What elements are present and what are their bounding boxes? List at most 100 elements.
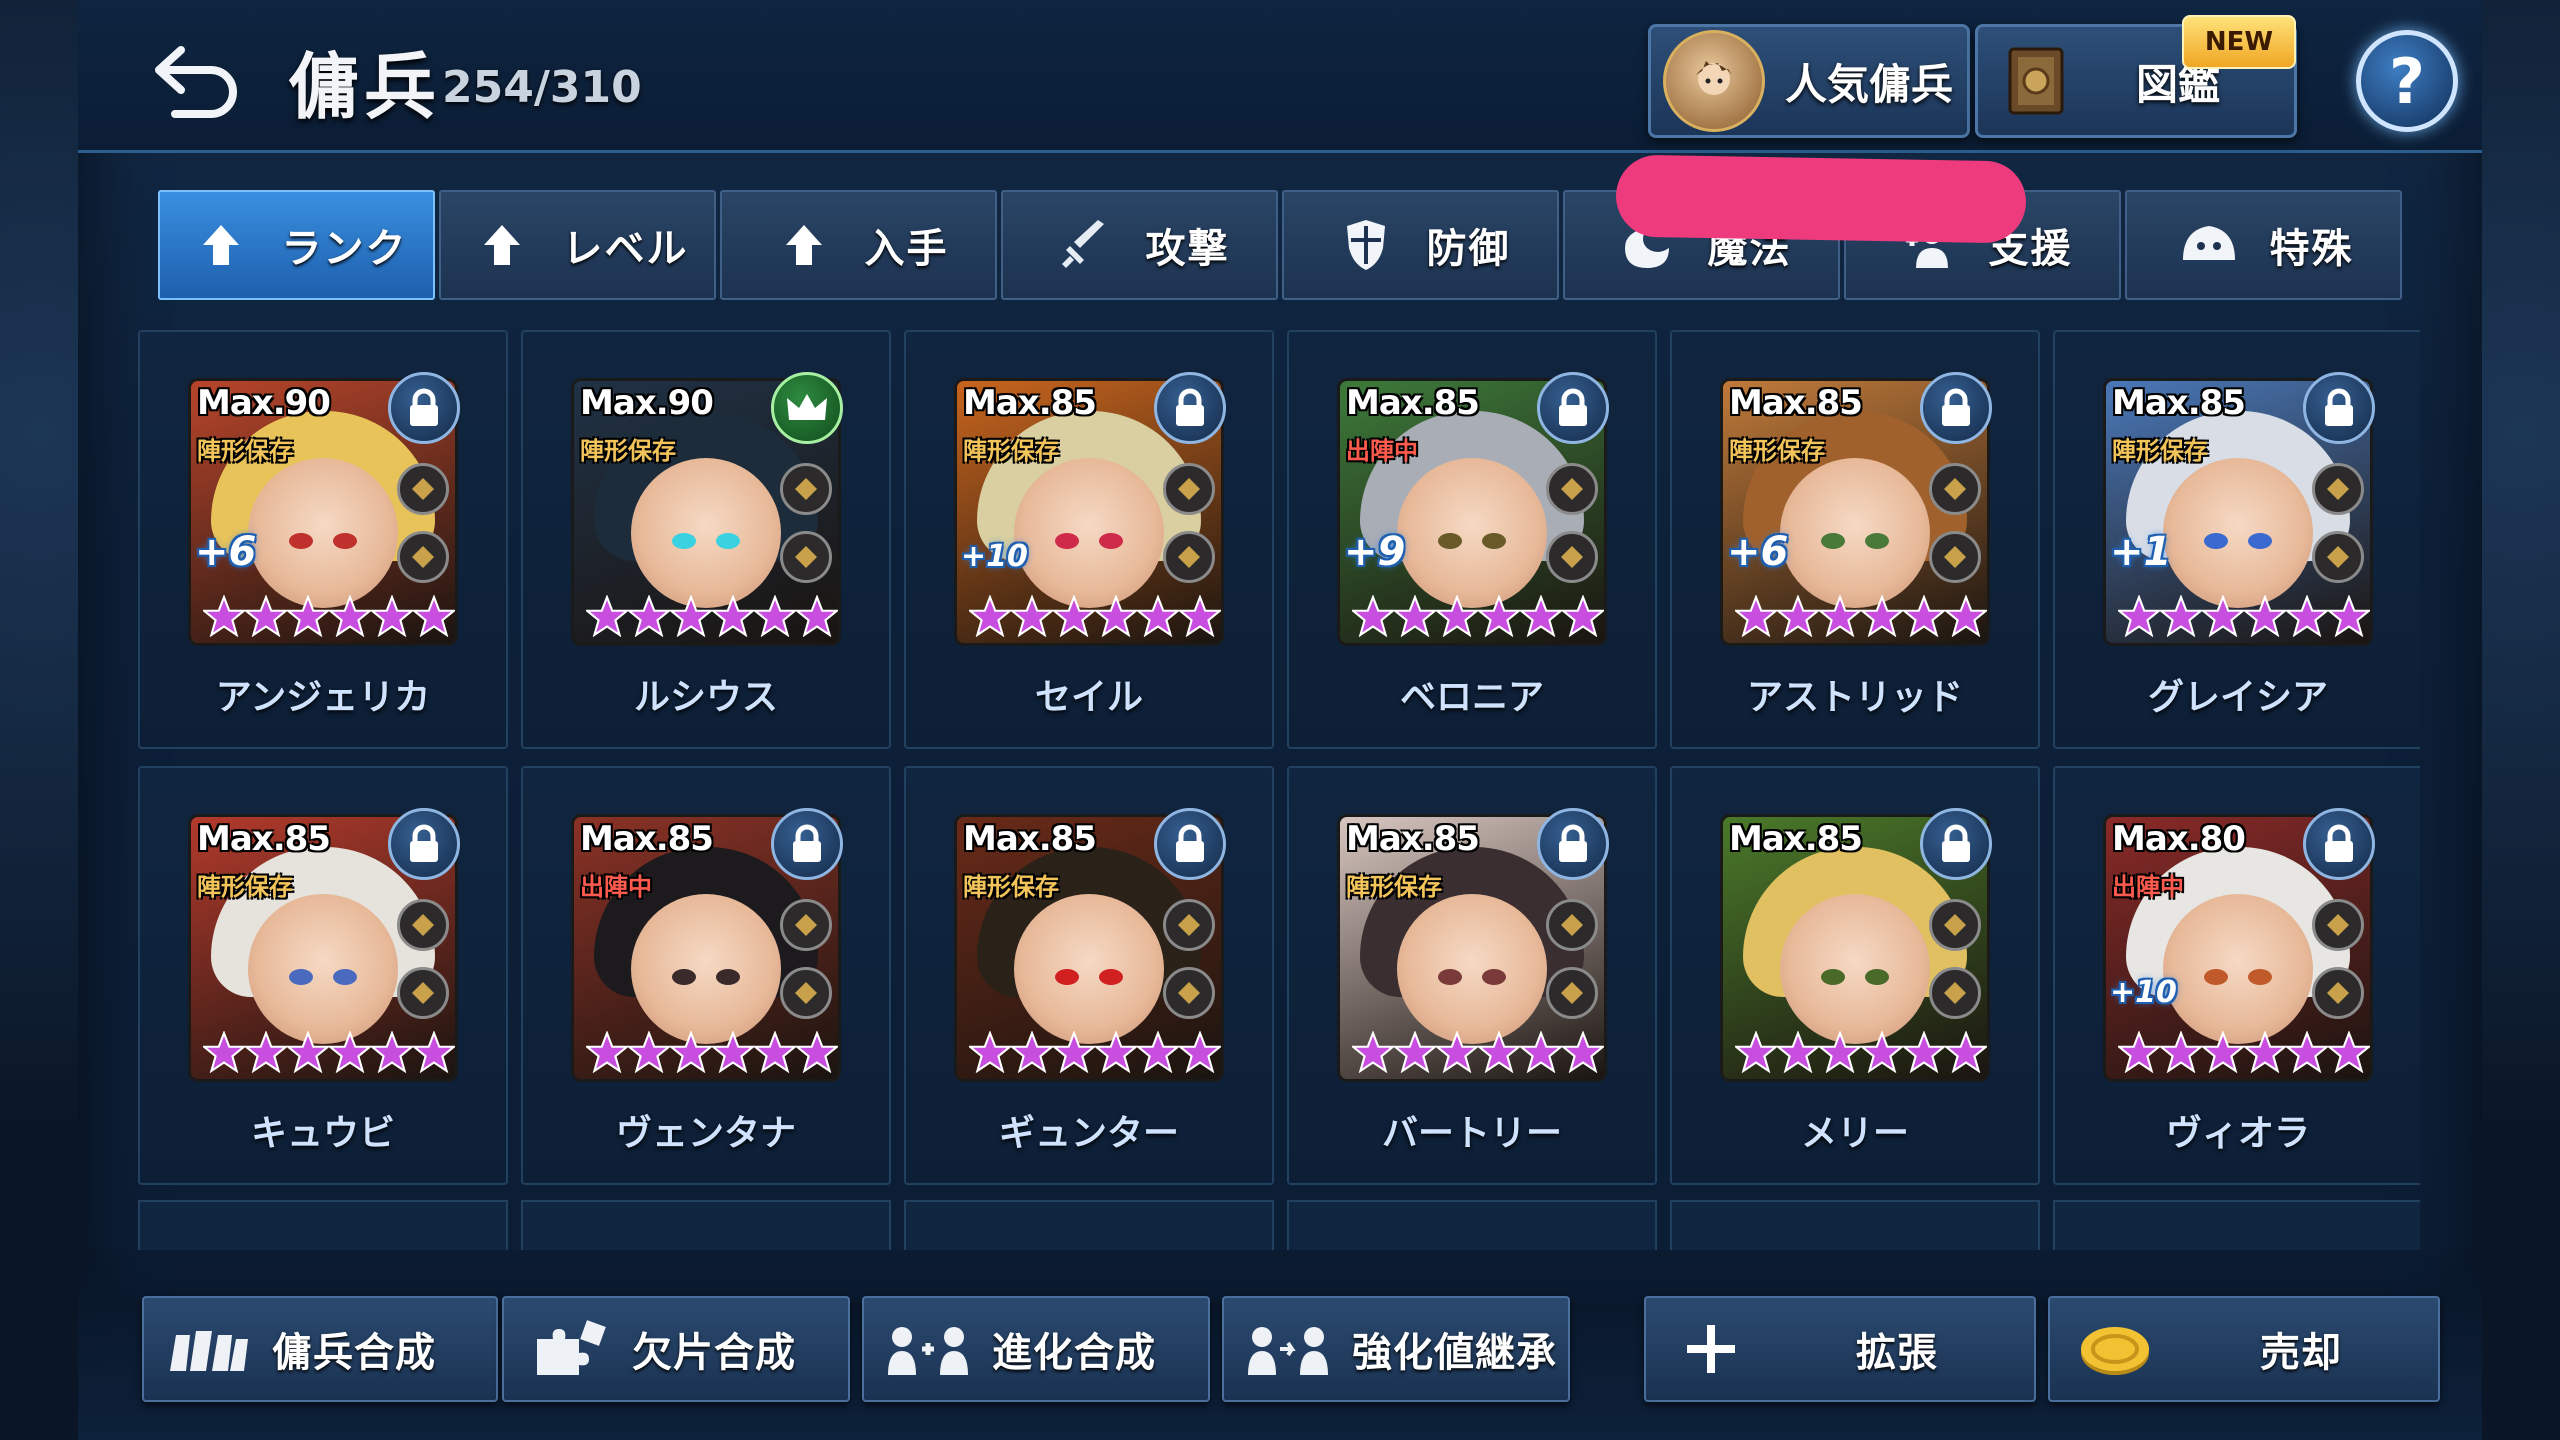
lock-icon[interactable] [388,372,460,444]
mercenary-count: 254/310 [442,62,642,113]
portrait-eye [1438,532,1462,549]
lock-icon[interactable] [1537,808,1609,880]
star-icon [1179,595,1221,641]
mercenary-card[interactable]: Max.85 陣形保存 ギュンター [904,766,1274,1185]
star-icon [670,595,712,641]
mercenary-card[interactable]: Max.85 陣形保存 +10 セイル [904,330,1274,749]
star-icon [796,1031,838,1077]
mercenary-grid[interactable]: Max.90 陣形保存 +6 アンジェリカ Max.90 陣形保存 ルシウス Max.85 陣形… [138,330,2420,1250]
portrait-face [1397,893,1547,1044]
equipment-gem-icon [397,531,449,583]
lock-icon[interactable] [2303,372,2375,444]
equipment-gem-icon [2312,531,2364,583]
mercenary-card-partial[interactable] [1287,1200,1657,1250]
tab-1[interactable]: レベル [439,190,716,300]
sword-icon [1050,215,1120,275]
status-label: 陣形保存 [580,437,676,465]
tab-4[interactable]: 防御 [1282,190,1559,300]
equipment-gem-icon [2312,899,2364,951]
portrait-eye [1099,968,1123,985]
mercenary-card-partial[interactable] [138,1200,508,1250]
bottom-button-0[interactable]: 傭兵合成 [142,1296,498,1402]
lock-icon[interactable] [1154,372,1226,444]
tab-0[interactable]: ランク [158,190,435,300]
bottom-button-1[interactable]: 欠片合成 [502,1296,850,1402]
star-rating [586,595,838,641]
portrait-face [248,457,398,608]
star-icon [1095,595,1137,641]
equipment-gem-icon [1929,967,1981,1019]
equipment-gem-icon [780,463,832,515]
lock-icon[interactable] [1920,372,1992,444]
star-icon [1777,1031,1819,1077]
bottom-button-2[interactable]: 進化合成 [862,1296,1210,1402]
mercenary-card[interactable]: Max.85 メリー [1670,766,2040,1185]
star-icon [1352,1031,1394,1077]
max-level-label: Max.90 [197,383,331,423]
portrait-face [2163,893,2313,1044]
mercenary-name: バートリー [1381,1113,1562,1154]
portrait-face [1780,457,1930,608]
mercenary-card[interactable]: Max.85 出陣中 ヴェンタナ [521,766,891,1185]
star-rating [203,595,455,641]
mercenary-card[interactable]: Max.90 陣形保存 +6 アンジェリカ [138,330,508,749]
mercenary-card[interactable]: Max.80 出陣中 +10 ヴィオラ [2053,766,2420,1185]
background-left [0,0,78,1440]
mercenary-card[interactable]: Max.85 出陣中 +9 ベロニア [1287,330,1657,749]
tab-3[interactable]: 攻撃 [1001,190,1278,300]
equipment-gem-icon [397,967,449,1019]
mercenary-name: アンジェリカ [215,677,431,718]
mercenary-card[interactable]: Max.85 陣形保存 +1 グレイシア [2053,330,2420,749]
star-icon [1777,595,1819,641]
lock-icon[interactable] [771,808,843,880]
bottom-button-label: 売却 [2260,1330,2342,1376]
portrait-face [631,457,781,608]
star-icon [1053,595,1095,641]
tab-7[interactable]: 特殊 [2125,190,2402,300]
mercenary-card-partial[interactable] [904,1200,1274,1250]
encyclopedia-button[interactable]: 図鑑 NEW [1975,15,2297,138]
bottom-button-label: 強化値継承 [1352,1330,1557,1376]
star-icon [1095,1031,1137,1077]
equipment-gem-icon [1546,531,1598,583]
lock-icon[interactable] [1154,808,1226,880]
status-label: 出陣中 [2112,873,2184,901]
max-level-label: Max.85 [1346,819,1480,859]
star-icon [712,595,754,641]
mercenary-card-partial[interactable] [521,1200,891,1250]
mercenary-card-partial[interactable] [2053,1200,2420,1250]
status-label: 陣形保存 [1729,437,1825,465]
lock-icon[interactable] [1537,372,1609,444]
bottom-button-5[interactable]: 売却 [2048,1296,2440,1402]
crown-icon[interactable] [771,372,843,444]
portrait-eye [1865,532,1889,549]
mercenary-card-partial[interactable] [1670,1200,2040,1250]
popular-mercenary-button[interactable]: 人気傭兵 [1648,24,1970,138]
help-button[interactable]: ? [2356,30,2458,132]
equipment-gem-icon [2312,463,2364,515]
star-icon [1945,1031,1987,1077]
tab-label: 防御 [1426,226,1511,272]
bottom-button-4[interactable]: 拡張 [1644,1296,2036,1402]
lock-icon[interactable] [2303,808,2375,880]
star-icon [2286,1031,2328,1077]
lock-icon[interactable] [388,808,460,880]
star-icon [371,595,413,641]
bottom-button-3[interactable]: 強化値継承 [1222,1296,1570,1402]
portrait-eye [1055,532,1079,549]
star-icon [2328,1031,2370,1077]
tab-2[interactable]: 入手 [720,190,997,300]
popular-mercenary-icon [1663,30,1765,132]
star-icon [329,1031,371,1077]
enhance-plus-label: +9 [1344,529,1406,575]
mercenary-card[interactable]: Max.85 陣形保存 バートリー [1287,766,1657,1185]
back-button[interactable] [140,30,250,130]
star-icon [1394,1031,1436,1077]
mercenary-card[interactable]: Max.90 陣形保存 ルシウス [521,330,891,749]
mercenary-card[interactable]: Max.85 陣形保存 +6 アストリッド [1670,330,2040,749]
mercenary-card[interactable]: Max.85 陣形保存 キュウビ [138,766,508,1185]
star-icon [1478,1031,1520,1077]
enhance-plus-label: +10 [961,539,1028,574]
lock-icon[interactable] [1920,808,1992,880]
max-level-label: Max.85 [963,819,1097,859]
